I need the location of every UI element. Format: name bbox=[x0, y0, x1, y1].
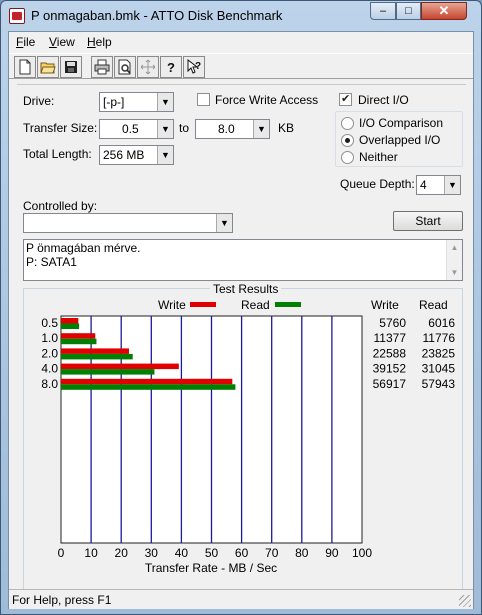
atto-app-icon bbox=[9, 8, 25, 24]
x-tick-label: 0 bbox=[58, 546, 65, 560]
read-value: 6016 bbox=[428, 316, 455, 330]
y-tick-label: 2.0 bbox=[41, 346, 58, 360]
title-bar[interactable]: P onmagaban.bmk - ATTO Disk Benchmark – … bbox=[1, 1, 481, 31]
y-tick-label: 0.5 bbox=[41, 316, 58, 330]
window-title: P onmagaban.bmk - ATTO Disk Benchmark bbox=[31, 8, 283, 23]
write-value: 5760 bbox=[379, 316, 406, 330]
read-value: 57943 bbox=[422, 377, 456, 391]
read-bar bbox=[61, 338, 97, 345]
read-value: 11776 bbox=[423, 331, 456, 345]
x-tick-label: 10 bbox=[84, 546, 98, 560]
write-bar bbox=[61, 363, 179, 370]
write-value: 56917 bbox=[373, 377, 407, 391]
resize-grip-icon[interactable] bbox=[459, 595, 471, 607]
x-tick-label: 40 bbox=[175, 546, 189, 560]
x-tick-label: 20 bbox=[115, 546, 129, 560]
read-bar bbox=[61, 384, 236, 390]
x-tick-label: 70 bbox=[265, 546, 279, 560]
transfer-rate-chart: Write Read Write Read 0.51.02.0 4.08.0 0 1… bbox=[41, 298, 456, 575]
write-bar bbox=[61, 378, 233, 385]
chart-legend: Write Read Write Read bbox=[158, 298, 448, 312]
client-area: File View Help ? ? Drive: [-p-] ▼ Force … bbox=[8, 31, 474, 609]
read-bar bbox=[61, 369, 155, 375]
write-column-header: Write bbox=[371, 298, 399, 312]
app-window: P onmagaban.bmk - ATTO Disk Benchmark – … bbox=[0, 0, 482, 615]
write-value: 22588 bbox=[373, 346, 407, 360]
read-column-header: Read bbox=[419, 298, 448, 312]
legend-read-swatch bbox=[275, 302, 301, 307]
legend-write-label: Write bbox=[158, 298, 186, 312]
read-value: 23825 bbox=[422, 346, 456, 360]
x-tick-label: 50 bbox=[205, 546, 219, 560]
y-tick-label: 1.0 bbox=[41, 331, 58, 345]
y-tick-label: 8.0 bbox=[41, 377, 58, 391]
x-tick-label: 100 bbox=[352, 546, 372, 560]
x-tick-label: 30 bbox=[145, 546, 159, 560]
read-value: 31045 bbox=[422, 362, 456, 376]
read-bar bbox=[61, 323, 80, 329]
y-tick-label: 4.0 bbox=[41, 362, 58, 376]
maximize-button[interactable]: □ bbox=[396, 2, 421, 20]
x-tick-label: 80 bbox=[295, 546, 309, 560]
status-bar: For Help, press F1 bbox=[9, 589, 473, 609]
read-bar bbox=[61, 353, 133, 360]
x-tick-label: 60 bbox=[235, 546, 249, 560]
status-text: For Help, press F1 bbox=[12, 593, 112, 607]
write-bar bbox=[61, 348, 129, 354]
close-button[interactable]: ✕ bbox=[421, 2, 467, 20]
write-bar bbox=[61, 318, 79, 324]
minimize-button[interactable]: – bbox=[370, 2, 396, 20]
write-value: 39152 bbox=[373, 362, 407, 376]
x-axis-title: Transfer Rate - MB / Sec bbox=[145, 561, 277, 575]
write-value: 11377 bbox=[374, 331, 407, 345]
write-bar bbox=[61, 333, 96, 339]
x-tick-label: 90 bbox=[325, 546, 339, 560]
legend-read-label: Read bbox=[241, 298, 270, 312]
legend-write-swatch bbox=[190, 302, 216, 307]
